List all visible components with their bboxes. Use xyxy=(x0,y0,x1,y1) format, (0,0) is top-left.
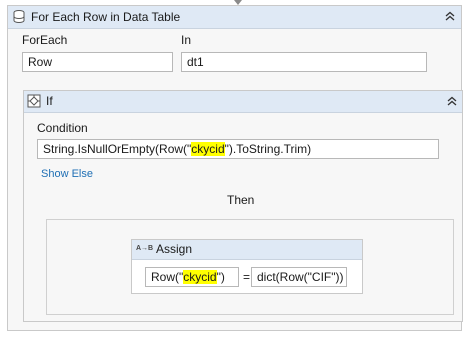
for-each-title: For Each Row in Data Table xyxy=(31,10,181,24)
datatable-icon xyxy=(13,10,25,23)
if-title: If xyxy=(46,94,53,108)
assign-equals-sign: = xyxy=(243,270,251,284)
assign-title: Assign xyxy=(156,242,193,256)
for-each-row-activity[interactable]: For Each Row in Data Table ForEach Row I… xyxy=(7,5,463,331)
if-header[interactable]: If xyxy=(24,91,462,113)
in-datatable-field[interactable]: dt1 xyxy=(181,52,427,72)
for-each-header[interactable]: For Each Row in Data Table xyxy=(8,6,461,29)
foreach-variable-field[interactable]: Row xyxy=(22,52,173,72)
assign-to-suffix: ") xyxy=(216,270,225,284)
condition-label: Condition xyxy=(37,121,88,135)
assign-value-field[interactable]: dict(Row("CIF")) xyxy=(251,267,347,287)
condition-text-suffix: ").ToString.Trim) xyxy=(224,142,312,156)
collapse-for-each-icon[interactable] xyxy=(443,9,457,23)
foreach-label: ForEach xyxy=(22,33,68,47)
if-activity[interactable]: If Condition String.IsNullOrEmpty(Row("c… xyxy=(23,90,463,322)
if-decision-icon xyxy=(27,94,41,108)
condition-text-prefix: String.IsNullOrEmpty(Row(" xyxy=(43,142,192,156)
show-else-link[interactable]: Show Else xyxy=(41,168,93,180)
then-label: Then xyxy=(227,193,255,207)
assign-activity[interactable]: A→B Assign Row("ckycid") = dict(Row("CIF… xyxy=(131,239,363,294)
assign-to-highlight: ckycid xyxy=(183,270,217,284)
assign-to-prefix: Row(" xyxy=(151,270,184,284)
assign-header[interactable]: A→B Assign xyxy=(132,240,362,260)
assign-to-field[interactable]: Row("ckycid") xyxy=(145,267,239,287)
then-branch-container[interactable]: A→B Assign Row("ckycid") = dict(Row("CIF… xyxy=(46,219,454,315)
condition-highlight: ckycid xyxy=(191,142,225,156)
condition-expression-field[interactable]: String.IsNullOrEmpty(Row("ckycid").ToStr… xyxy=(37,139,439,159)
assign-icon: A→B xyxy=(136,245,154,252)
collapse-if-icon[interactable] xyxy=(445,94,459,108)
in-label: In xyxy=(181,33,192,47)
